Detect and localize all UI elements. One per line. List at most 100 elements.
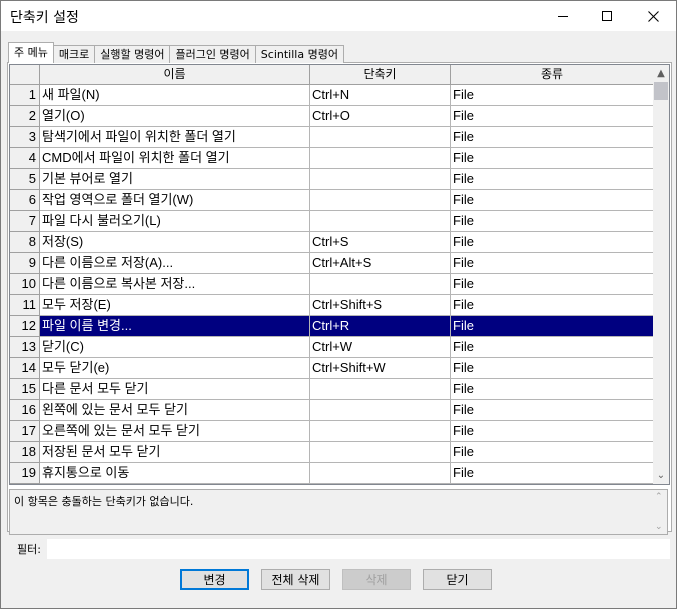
table-row[interactable]: 10 다른 이름으로 복사본 저장... File — [10, 274, 654, 295]
cell-name[interactable]: 다른 이름으로 저장(A)... — [40, 253, 310, 274]
cell-category[interactable]: File — [451, 379, 654, 400]
cell-shortcut[interactable] — [310, 169, 451, 190]
table-row[interactable]: 5 기본 뷰어로 열기 File — [10, 169, 654, 190]
cell-category[interactable]: File — [451, 190, 654, 211]
table-row[interactable]: 19 휴지통으로 이동 File — [10, 463, 654, 484]
grid-scrollbar[interactable]: ▲ ⌄ — [653, 65, 669, 484]
table-row[interactable]: 11 모두 저장(E) Ctrl+Shift+S File — [10, 295, 654, 316]
table-row[interactable]: 7 파일 다시 불러오기(L) File — [10, 211, 654, 232]
cell-category[interactable]: File — [451, 337, 654, 358]
cell-category[interactable]: File — [451, 463, 654, 484]
table-row[interactable]: 17 오른쪽에 있는 문서 모두 닫기 File — [10, 421, 654, 442]
cell-category[interactable]: File — [451, 274, 654, 295]
tab-plugin-commands[interactable]: 플러그인 명령어 — [169, 45, 256, 63]
cell-shortcut[interactable]: Ctrl+O — [310, 106, 451, 127]
cell-shortcut[interactable]: Ctrl+N — [310, 85, 451, 106]
row-number[interactable]: 19 — [10, 463, 40, 484]
row-number[interactable]: 15 — [10, 379, 40, 400]
header-name[interactable]: 이름 — [40, 65, 310, 85]
cell-name[interactable]: 파일 이름 변경... — [40, 316, 310, 337]
table-row[interactable]: 3 탐색기에서 파일이 위치한 폴더 열기 File — [10, 127, 654, 148]
cell-name[interactable]: 새 파일(N) — [40, 85, 310, 106]
tab-main-menu[interactable]: 주 메뉴 — [8, 42, 54, 63]
row-number[interactable]: 14 — [10, 358, 40, 379]
cell-shortcut[interactable] — [310, 274, 451, 295]
cell-category[interactable]: File — [451, 316, 654, 337]
cell-category[interactable]: File — [451, 400, 654, 421]
cell-name[interactable]: 휴지통으로 이동 — [40, 463, 310, 484]
delete-button[interactable]: 삭제 — [342, 569, 411, 590]
header-shortcut[interactable]: 단축키 — [310, 65, 451, 85]
cell-shortcut[interactable] — [310, 400, 451, 421]
scroll-up-button[interactable]: ▲ — [653, 65, 669, 82]
cell-category[interactable]: File — [451, 211, 654, 232]
table-row[interactable]: 1새 파일(N) Ctrl+N File — [10, 85, 654, 106]
row-number[interactable]: 18 — [10, 442, 40, 463]
cell-shortcut[interactable]: Ctrl+W — [310, 337, 451, 358]
shortcut-grid[interactable]: 이름 단축키 종류 1새 파일(N) Ctrl+N File 2 열기(O) Ctrl+O… — [9, 64, 670, 485]
cell-shortcut[interactable] — [310, 148, 451, 169]
row-number[interactable]: 7 — [10, 211, 40, 232]
cell-name[interactable]: 모두 저장(E) — [40, 295, 310, 316]
cell-shortcut[interactable] — [310, 379, 451, 400]
cell-name[interactable]: 닫기(C) — [40, 337, 310, 358]
cell-category[interactable]: File — [451, 295, 654, 316]
cell-name[interactable]: 기본 뷰어로 열기 — [40, 169, 310, 190]
cell-name[interactable]: 열기(O) — [40, 106, 310, 127]
table-row[interactable]: 12 파일 이름 변경... Ctrl+R File — [10, 316, 654, 337]
tab-scintilla-commands[interactable]: Scintilla 명령어 — [254, 45, 344, 63]
scroll-down-button[interactable]: ⌄ — [653, 467, 669, 484]
cell-name[interactable]: 다른 문서 모두 닫기 — [40, 379, 310, 400]
change-button[interactable]: 변경 — [180, 569, 249, 590]
close-button[interactable]: 닫기 — [423, 569, 492, 590]
tab-macros[interactable]: 매크로 — [52, 45, 96, 63]
cell-name[interactable]: CMD에서 파일이 위치한 폴더 열기 — [40, 148, 310, 169]
table-row[interactable]: 16 왼쪽에 있는 문서 모두 닫기 File — [10, 400, 654, 421]
cell-shortcut[interactable] — [310, 442, 451, 463]
row-number[interactable]: 13 — [10, 337, 40, 358]
info-scrollbar[interactable]: ⌃ ⌄ — [652, 490, 667, 534]
table-row[interactable]: 15 다른 문서 모두 닫기 File — [10, 379, 654, 400]
cell-shortcut[interactable] — [310, 127, 451, 148]
row-number[interactable]: 6 — [10, 190, 40, 211]
row-number[interactable]: 5 — [10, 169, 40, 190]
cell-name[interactable]: 다른 이름으로 복사본 저장... — [40, 274, 310, 295]
cell-category[interactable]: File — [451, 106, 654, 127]
cell-shortcut[interactable]: Ctrl+S — [310, 232, 451, 253]
table-row[interactable]: 14 모두 닫기(e) Ctrl+Shift+W File — [10, 358, 654, 379]
row-number[interactable]: 9 — [10, 253, 40, 274]
row-number[interactable]: 8 — [10, 232, 40, 253]
cell-name[interactable]: 왼쪽에 있는 문서 모두 닫기 — [40, 400, 310, 421]
maximize-button[interactable] — [585, 1, 629, 31]
cell-name[interactable]: 탐색기에서 파일이 위치한 폴더 열기 — [40, 127, 310, 148]
cell-category[interactable]: File — [451, 148, 654, 169]
tab-run-commands[interactable]: 실행할 명령어 — [94, 45, 171, 63]
title-bar[interactable]: 단축키 설정 — [1, 1, 676, 31]
cell-name[interactable]: 저장된 문서 모두 닫기 — [40, 442, 310, 463]
cell-category[interactable]: File — [451, 358, 654, 379]
cell-name[interactable]: 파일 다시 불러오기(L) — [40, 211, 310, 232]
cell-category[interactable]: File — [451, 127, 654, 148]
minimize-button[interactable] — [541, 1, 585, 31]
table-row[interactable]: 2 열기(O) Ctrl+O File — [10, 106, 654, 127]
scroll-thumb[interactable] — [654, 82, 668, 100]
cell-name[interactable]: 저장(S) — [40, 232, 310, 253]
cell-shortcut[interactable]: Ctrl+R — [310, 316, 451, 337]
cell-category[interactable]: File — [451, 442, 654, 463]
row-number[interactable]: 10 — [10, 274, 40, 295]
cell-shortcut[interactable] — [310, 211, 451, 232]
row-number[interactable]: 12 — [10, 316, 40, 337]
header-category[interactable]: 종류 — [451, 65, 654, 85]
cell-name[interactable]: 오른쪽에 있는 문서 모두 닫기 — [40, 421, 310, 442]
cell-shortcut[interactable] — [310, 190, 451, 211]
row-number[interactable]: 11 — [10, 295, 40, 316]
cell-name[interactable]: 작업 영역으로 폴더 열기(W) — [40, 190, 310, 211]
table-row[interactable]: 8 저장(S) Ctrl+S File — [10, 232, 654, 253]
cell-category[interactable]: File — [451, 421, 654, 442]
cell-category[interactable]: File — [451, 253, 654, 274]
cell-shortcut[interactable]: Ctrl+Shift+W — [310, 358, 451, 379]
row-number[interactable]: 16 — [10, 400, 40, 421]
cell-shortcut[interactable]: Ctrl+Alt+S — [310, 253, 451, 274]
clear-all-button[interactable]: 전체 삭제 — [261, 569, 330, 590]
table-row[interactable]: 4 CMD에서 파일이 위치한 폴더 열기 File — [10, 148, 654, 169]
